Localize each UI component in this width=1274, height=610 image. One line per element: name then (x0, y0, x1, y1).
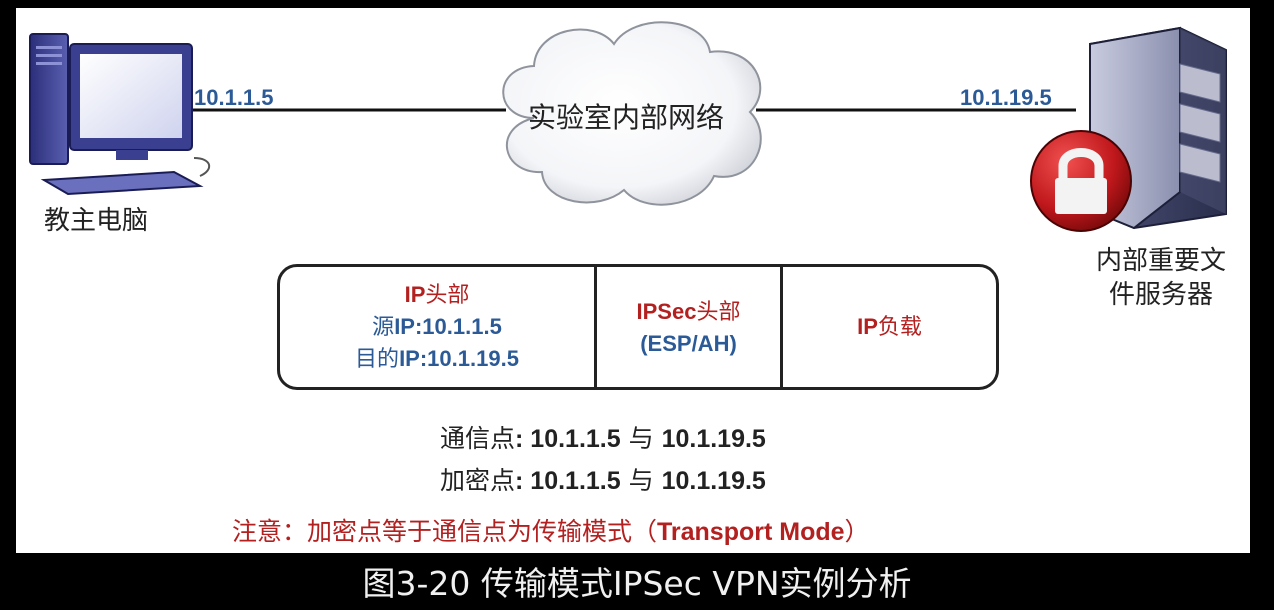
ip-header-source: 源IP:10.1.1.5 (372, 314, 502, 340)
ip-header-title: IP头部 (404, 282, 470, 308)
comm-points-line: 通信点: 10.1.1.5 与 10.1.19.5 (440, 424, 766, 453)
left-ip-label: 10.1.1.5 (194, 85, 274, 110)
right-node-label-line2: 件服务器 (1108, 280, 1213, 310)
figure-caption: 图3-20 传输模式IPSec VPN实例分析 (362, 564, 912, 603)
left-node-label: 教主电脑 (44, 206, 149, 236)
ipsec-header-sub: (ESP/AH) (640, 330, 737, 356)
transport-mode-note: 注意：加密点等于通信点为传输模式（Transport Mode） (232, 517, 870, 546)
cloud-label: 实验室内部网络 (528, 101, 725, 134)
right-ip-label: 10.1.19.5 (960, 85, 1052, 110)
ip-payload-title: IP负载 (857, 314, 922, 340)
ipsec-header-title: IPSec头部 (636, 298, 741, 325)
right-node-label-line1: 内部重要文 (1095, 246, 1226, 276)
right-node-label: 内部重要文 件服务器 (1074, 244, 1248, 312)
packet-structure: IP头部 源IP:10.1.1.5 目的IP:10.1.19.5 IPSec头部… (277, 264, 999, 390)
ip-header-cell: IP头部 源IP:10.1.1.5 目的IP:10.1.19.5 (280, 267, 594, 387)
desktop-computer-icon (29, 33, 210, 196)
ip-header-destination: 目的IP:10.1.19.5 (355, 346, 519, 372)
page: { "left_node": { "ip": "10.1.1.5", "labe… (0, 0, 1274, 610)
diagram-canvas: 10.1.1.5 教主电脑 实验室内部网络 10.1.19.5 内部重要文 件服… (16, 8, 1250, 553)
crypto-points-line: 加密点: 10.1.1.5 与 10.1.19.5 (440, 466, 766, 495)
lock-icon (1030, 130, 1132, 232)
ipsec-header-cell: IPSec头部 (ESP/AH) (597, 267, 780, 387)
ip-payload-cell: IP负载 (783, 267, 996, 387)
